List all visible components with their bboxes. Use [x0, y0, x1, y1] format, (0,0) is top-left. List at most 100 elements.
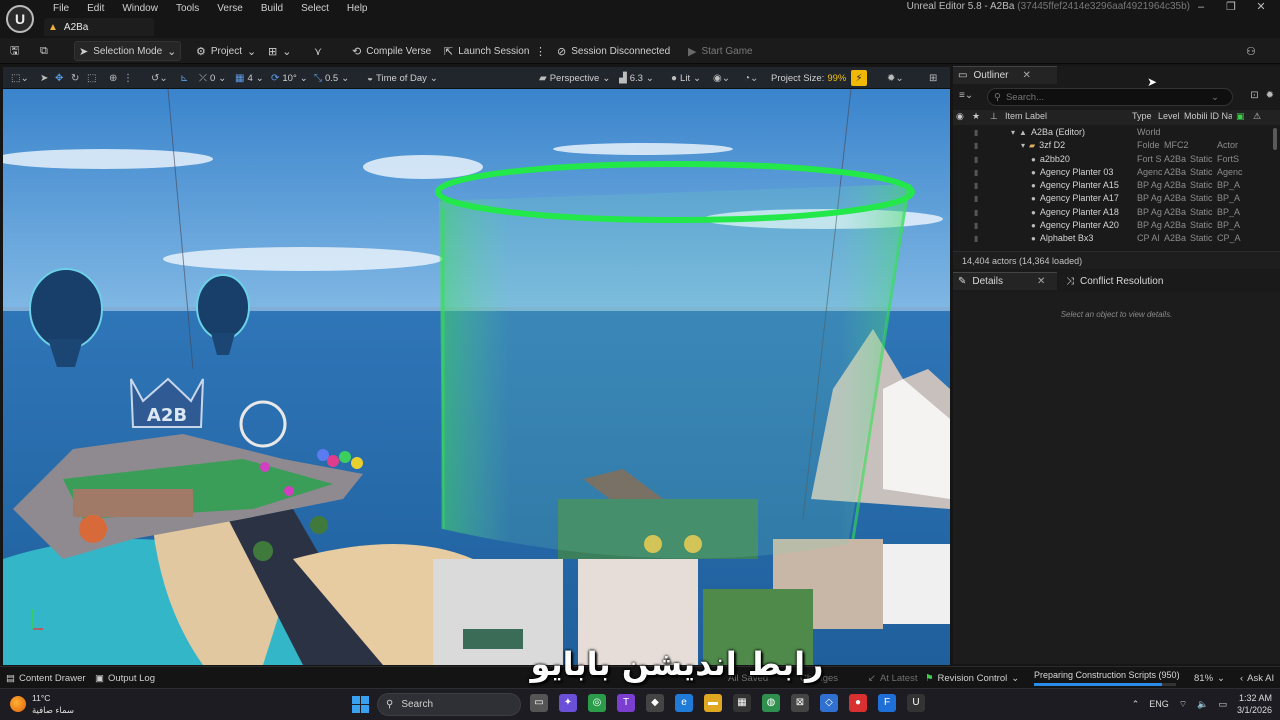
- taskbar-search[interactable]: ⚲ Search: [377, 693, 521, 716]
- outliner-row[interactable]: ▮ ● Agency Planter A18 BP Ag A2Ba Static BP_A: [953, 206, 1271, 219]
- progress-percent[interactable]: 81% ⌄: [1194, 671, 1225, 686]
- world-local-toggle[interactable]: ⊕: [109, 70, 117, 86]
- menu-tools[interactable]: Tools: [167, 2, 208, 16]
- at-latest-status[interactable]: ↙ At Latest: [868, 671, 917, 686]
- rotate-tool[interactable]: ↻: [71, 70, 79, 86]
- session-options-button[interactable]: ⋮: [531, 41, 550, 61]
- column-mobility[interactable]: Mobili: [1184, 111, 1210, 121]
- launch-session-button[interactable]: ⇱ Launch Session: [440, 41, 533, 61]
- outliner-row[interactable]: ▮ ● Agency Planter 03 Agenc A2Ba Static Agenc: [953, 166, 1271, 179]
- collaboration-button[interactable]: ⚇: [1242, 41, 1260, 61]
- close-icon[interactable]: ✕: [1022, 70, 1030, 81]
- visibility-toggle-icon[interactable]: ▮: [974, 139, 978, 152]
- start-game-button[interactable]: ▶ Start Game: [684, 41, 757, 61]
- rotation-snap[interactable]: ⟳ 10° ⌄: [271, 70, 308, 86]
- outliner-row[interactable]: ▮ ● Agency Planter A15 BP Ag A2Ba Static BP_A: [953, 179, 1271, 192]
- search-input[interactable]: [1005, 91, 1206, 103]
- task-view-icon[interactable]: ▭: [530, 694, 548, 712]
- menu-edit[interactable]: Edit: [78, 2, 113, 16]
- close-app-icon[interactable]: ⊠: [791, 694, 809, 712]
- level-viewport[interactable]: ⬚⌄ ➤ ✥ ↻ ⬚ ⊕ ⋮ ↺⌄ ⊾ ⤫ 0 ⌄ ▦ 4 ⌄ ⟳ 10° ⌄ ⤡ 0…: [3, 67, 950, 665]
- menu-help[interactable]: Help: [338, 2, 377, 16]
- store-icon[interactable]: ▦: [733, 694, 751, 712]
- menu-verse[interactable]: Verse: [208, 2, 252, 16]
- revision-control-button[interactable]: ⚑ Revision Control ⌄: [925, 671, 1019, 686]
- menu-build[interactable]: Build: [252, 2, 292, 16]
- visibility-toggle-icon[interactable]: ▮: [974, 192, 978, 205]
- clock[interactable]: 1:32 AM 3/1/2026: [1237, 692, 1272, 716]
- viewport-settings[interactable]: ✹⌄: [887, 70, 904, 86]
- expand-arrow-icon[interactable]: ▾: [1021, 139, 1025, 152]
- weather-widget[interactable]: 11°C سماء صافية: [10, 692, 74, 716]
- outliner-row[interactable]: ▮ ● a2bb20 Fort S A2Ba Static FortS: [953, 153, 1271, 166]
- battery-icon[interactable]: ▭: [1218, 699, 1227, 710]
- visibility-toggle-icon[interactable]: ▮: [974, 153, 978, 166]
- visibility-toggle-icon[interactable]: ▮: [974, 179, 978, 192]
- teams-icon[interactable]: T: [617, 694, 635, 712]
- session-status[interactable]: ⊘ Session Disconnected: [553, 41, 674, 61]
- transform-mode-menu[interactable]: ⬚⌄: [11, 70, 29, 86]
- column-type[interactable]: Type: [1132, 111, 1152, 121]
- expand-arrow-icon[interactable]: ▾: [1011, 126, 1015, 139]
- filter-icon[interactable]: ≡⌄: [959, 90, 973, 101]
- start-button[interactable]: [352, 696, 369, 713]
- add-actor-dropdown[interactable]: ⊞ ⌄: [264, 41, 295, 61]
- tab-outliner[interactable]: ▭ Outliner ✕: [953, 66, 1057, 84]
- restore-button[interactable]: ❐: [1216, 0, 1246, 16]
- project-dropdown[interactable]: ⚙ Project ⌄: [192, 41, 260, 61]
- warning-column-icon[interactable]: ⚠: [1253, 111, 1261, 122]
- warning-button[interactable]: ⚡: [851, 70, 867, 86]
- surface-snap[interactable]: ↺⌄: [151, 70, 168, 86]
- column-item-label[interactable]: Item Label: [1005, 111, 1047, 121]
- select-tool[interactable]: ➤: [40, 70, 48, 86]
- camera-speed-dropdown[interactable]: ▟ 6.3 ⌄: [619, 70, 654, 86]
- scale-snap[interactable]: ⤡ 0.5 ⌄: [314, 70, 349, 86]
- visibility-toggle-icon[interactable]: ▮: [974, 206, 978, 219]
- unreal-taskbar-icon[interactable]: U: [907, 694, 925, 712]
- performance-dropdown[interactable]: ◔⌄: [744, 70, 758, 86]
- menu-select[interactable]: Select: [292, 2, 338, 16]
- angle-snap[interactable]: ⤫ 0 ⌄: [199, 70, 226, 86]
- content-browse-button[interactable]: ⧉: [36, 41, 52, 61]
- outliner-row[interactable]: ▮ ▾ ▰ 3zf D2 Folde MFC2 Actor: [953, 139, 1271, 152]
- compile-verse-button[interactable]: ⟲ Compile Verse: [348, 41, 435, 61]
- add-folder-icon[interactable]: ⊡: [1250, 90, 1258, 101]
- edge-icon[interactable]: e: [675, 694, 693, 712]
- fortnite-app-icon[interactable]: F: [878, 694, 896, 712]
- column-level[interactable]: Level: [1158, 111, 1180, 121]
- outliner-row[interactable]: ▮ ● Alphabet Bx3 CP Al A2Ba Static CP_A: [953, 232, 1271, 245]
- visibility-toggle-icon[interactable]: ▮: [974, 166, 978, 179]
- perspective-dropdown[interactable]: ▰ Perspective ⌄: [539, 70, 610, 86]
- view-mode-dropdown[interactable]: ● Lit ⌄: [671, 70, 701, 86]
- outliner-row[interactable]: ▮ ▾ ▲ A2Ba (Editor) World: [953, 126, 1271, 139]
- outliner-search[interactable]: ⚲ ⌄: [987, 88, 1233, 106]
- selection-mode-dropdown[interactable]: ➤ Selection Mode ⌄: [74, 41, 182, 61]
- pin-column-icon[interactable]: ⊥: [990, 111, 998, 122]
- favorite-column-icon[interactable]: ★: [972, 111, 980, 122]
- visibility-toggle-icon[interactable]: ▮: [974, 219, 978, 232]
- visibility-column-icon[interactable]: ◉: [956, 111, 964, 122]
- outliner-row[interactable]: ▮ ● Agency Planter A17 BP Ag A2Ba Static BP_A: [953, 192, 1271, 205]
- level-tab[interactable]: ▲ A2Ba: [44, 18, 154, 36]
- save-button[interactable]: 🖫: [6, 41, 23, 61]
- world-scene[interactable]: A2B: [3, 89, 950, 665]
- visibility-toggle-icon[interactable]: ▮: [974, 232, 978, 245]
- grid-snap[interactable]: ▦ 4 ⌄: [235, 70, 264, 86]
- content-drawer-button[interactable]: ▤ Content Drawer: [6, 671, 86, 686]
- viewport-layout[interactable]: ⊞: [929, 70, 937, 86]
- minimize-button[interactable]: –: [1186, 0, 1216, 16]
- menu-file[interactable]: File: [44, 2, 78, 16]
- tab-conflict-resolution[interactable]: ⤨ Conflict Resolution: [1061, 272, 1168, 290]
- wifi-icon[interactable]: ⌔: [1179, 699, 1187, 710]
- unreal-logo[interactable]: U: [6, 5, 34, 33]
- revision-column-icon[interactable]: ▣: [1236, 111, 1245, 122]
- transform-more[interactable]: ⋮: [123, 70, 133, 86]
- chevron-down-icon[interactable]: ⌄: [1211, 92, 1219, 103]
- copilot-icon[interactable]: ✦: [559, 694, 577, 712]
- chevron-up-icon[interactable]: ⌃: [1132, 699, 1140, 710]
- visibility-toggle-icon[interactable]: ▮: [974, 126, 978, 139]
- close-icon[interactable]: ✕: [1037, 276, 1045, 287]
- verse-button[interactable]: ⋎: [310, 41, 326, 61]
- diamond-app-icon[interactable]: ◇: [820, 694, 838, 712]
- move-tool[interactable]: ✥: [55, 70, 63, 86]
